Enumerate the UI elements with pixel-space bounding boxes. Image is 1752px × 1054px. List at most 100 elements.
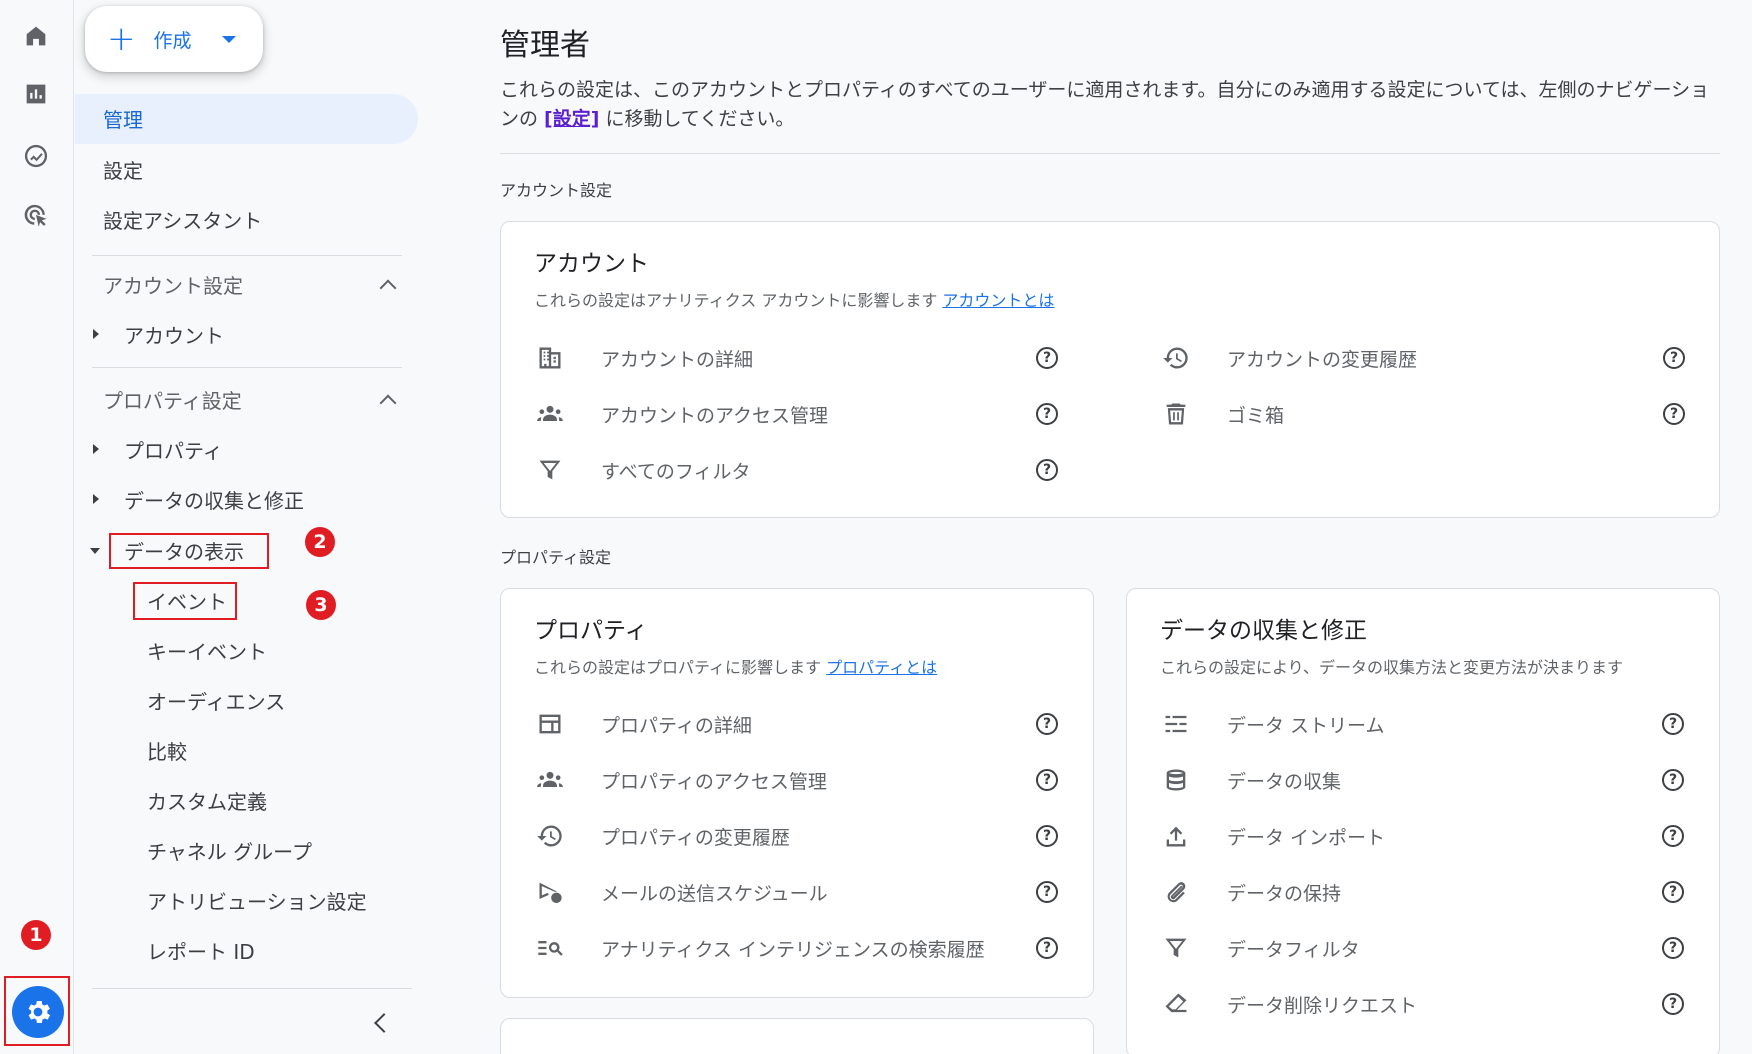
building-icon (539, 347, 561, 369)
main-content: 管理者 これらの設定は、このアカウントとプロパティのすべてのユーザーに適用されま… (500, 0, 1722, 1054)
nav-item-events[interactable]: イベント (147, 586, 227, 615)
nav-item-custom-definitions[interactable]: カスタム定義 (147, 786, 267, 815)
property-card-title: プロパティ (534, 618, 648, 644)
help-icon[interactable]: ? (1036, 459, 1058, 481)
data-stream-icon (1165, 715, 1187, 733)
account-change-history-label: アカウントの変更履歴 (1227, 348, 1418, 371)
create-button[interactable]: + 作成 (85, 6, 263, 72)
collapse-nav-chevron-icon[interactable] (374, 1013, 394, 1033)
nav-item-attribution-settings[interactable]: アトリビューション設定 (147, 886, 367, 915)
admin-nav: + 作成 管理 設定 設定アシスタント アカウント設定 アカウント プロパティ設… (75, 0, 435, 1054)
data-import-row[interactable]: データ インポート (1160, 816, 1660, 856)
data-streams-row[interactable]: データ ストリーム (1160, 704, 1660, 744)
help-icon[interactable]: ? (1036, 347, 1058, 369)
create-label: 作成 (153, 29, 192, 52)
nav-item-report-id[interactable]: レポート ID (147, 936, 255, 965)
explore-icon (24, 144, 48, 168)
nav-item-data-display[interactable]: データの表示 (124, 536, 244, 565)
annotation-badge-1: 1 (21, 920, 51, 950)
nav-item-audiences[interactable]: オーディエンス (147, 686, 285, 715)
nav-section-property-settings[interactable]: プロパティ設定 (103, 385, 242, 414)
property-change-history-label: プロパティの変更履歴 (601, 826, 790, 849)
nav-rail: 1 (0, 0, 74, 1054)
nav-item-data-collection[interactable]: データの収集と修正 (124, 485, 304, 514)
admin-highlight-box (4, 976, 70, 1046)
scheduled-emails-row[interactable]: メールの送信スケジュール (534, 872, 1034, 912)
property-about-link[interactable]: プロパティとは (826, 658, 937, 677)
nav-item-comparisons[interactable]: 比較 (147, 736, 187, 765)
help-icon[interactable]: ? (1662, 937, 1684, 959)
property-change-history-row[interactable]: プロパティの変更履歴 (534, 816, 1034, 856)
data-deletion-requests-row[interactable]: データ削除リクエスト (1160, 984, 1660, 1024)
account-details-row[interactable]: アカウントの詳細 (534, 338, 1034, 378)
chevron-up-icon[interactable] (379, 394, 397, 412)
account-about-link[interactable]: アカウントとは (942, 291, 1054, 310)
annotation-badge-3: 3 (306, 590, 336, 620)
home-button[interactable] (14, 14, 58, 58)
nav-item-account[interactable]: アカウント (124, 320, 224, 349)
explore-button[interactable] (14, 134, 58, 178)
nav-divider (92, 988, 412, 989)
help-icon[interactable]: ? (1036, 825, 1058, 847)
data-retention-row[interactable]: データの保持 (1160, 872, 1660, 912)
account-change-history-row[interactable]: アカウントの変更履歴 (1160, 338, 1660, 378)
manage-search-icon (538, 941, 563, 956)
description-text-end: に移動してください。 (599, 108, 795, 130)
gear-icon (28, 1001, 51, 1023)
expand-arrow-icon[interactable] (93, 329, 99, 339)
search-history-row[interactable]: アナリティクス インテリジェンスの検索履歴 (534, 928, 1034, 968)
trash-icon (1166, 403, 1186, 425)
plus-icon: + (107, 19, 136, 59)
page-title: 管理者 (500, 28, 590, 63)
data-collection-label: データの収集 (1227, 770, 1342, 793)
help-icon[interactable]: ? (1036, 937, 1058, 959)
chevron-up-icon[interactable] (379, 279, 397, 297)
bar-chart-icon (26, 84, 46, 104)
data-collection-row[interactable]: データの収集 (1160, 760, 1660, 800)
all-filters-row[interactable]: すべてのフィルタ (534, 450, 1034, 490)
eraser-icon (1165, 993, 1187, 1015)
property-access-row[interactable]: プロパティのアクセス管理 (534, 760, 1034, 800)
data-filters-row[interactable]: データフィルタ (1160, 928, 1660, 968)
account-card-subtitle: これらの設定はアナリティクス アカウントに影響します アカウントとは (534, 291, 1055, 310)
nav-divider (92, 367, 402, 368)
account-card: アカウント これらの設定はアナリティクス アカウントに影響します アカウントとは… (500, 221, 1720, 518)
expand-arrow-icon[interactable] (93, 494, 99, 504)
help-icon[interactable]: ? (1036, 769, 1058, 791)
help-icon[interactable]: ? (1662, 713, 1684, 735)
nav-item-setup-assistant[interactable]: 設定アシスタント (103, 205, 262, 234)
expand-arrow-icon[interactable] (93, 444, 99, 454)
help-icon[interactable]: ? (1662, 769, 1684, 791)
help-icon[interactable]: ? (1036, 403, 1058, 425)
property-card-subtitle: これらの設定はプロパティに影響します プロパティとは (534, 658, 938, 677)
help-icon[interactable]: ? (1662, 993, 1684, 1015)
property-details-row[interactable]: プロパティの詳細 (534, 704, 1034, 744)
admin-button[interactable] (12, 986, 64, 1038)
help-icon[interactable]: ? (1662, 825, 1684, 847)
data-collection-card-subtitle: これらの設定により、データの収集方法と変更方法が決まります (1160, 658, 1624, 677)
header-divider (500, 153, 1720, 154)
filter-icon (1165, 938, 1187, 958)
web-icon (539, 714, 561, 734)
reports-button[interactable] (14, 72, 58, 116)
help-icon[interactable]: ? (1036, 881, 1058, 903)
account-settings-section-label: アカウント設定 (500, 181, 613, 200)
account-details-label: アカウントの詳細 (601, 348, 754, 371)
nav-section-account-settings[interactable]: アカウント設定 (103, 270, 243, 299)
scheduled-send-icon (539, 882, 562, 904)
help-icon[interactable]: ? (1662, 881, 1684, 903)
nav-item-channel-groups[interactable]: チャネル グループ (147, 836, 312, 865)
help-icon[interactable]: ? (1663, 347, 1685, 369)
collapse-arrow-icon[interactable] (90, 548, 100, 554)
nav-item-property[interactable]: プロパティ (124, 435, 223, 464)
filter-icon (539, 460, 561, 480)
account-access-row[interactable]: アカウントのアクセス管理 (534, 394, 1034, 434)
advertising-button[interactable] (14, 194, 58, 238)
data-import-label: データ インポート (1227, 826, 1386, 849)
trash-row[interactable]: ゴミ箱 (1160, 394, 1660, 434)
settings-link[interactable]: [設定] (544, 108, 599, 130)
nav-item-key-events[interactable]: キーイベント (147, 636, 267, 665)
nav-item-settings[interactable]: 設定 (103, 155, 143, 184)
help-icon[interactable]: ? (1663, 403, 1685, 425)
help-icon[interactable]: ? (1036, 713, 1058, 735)
